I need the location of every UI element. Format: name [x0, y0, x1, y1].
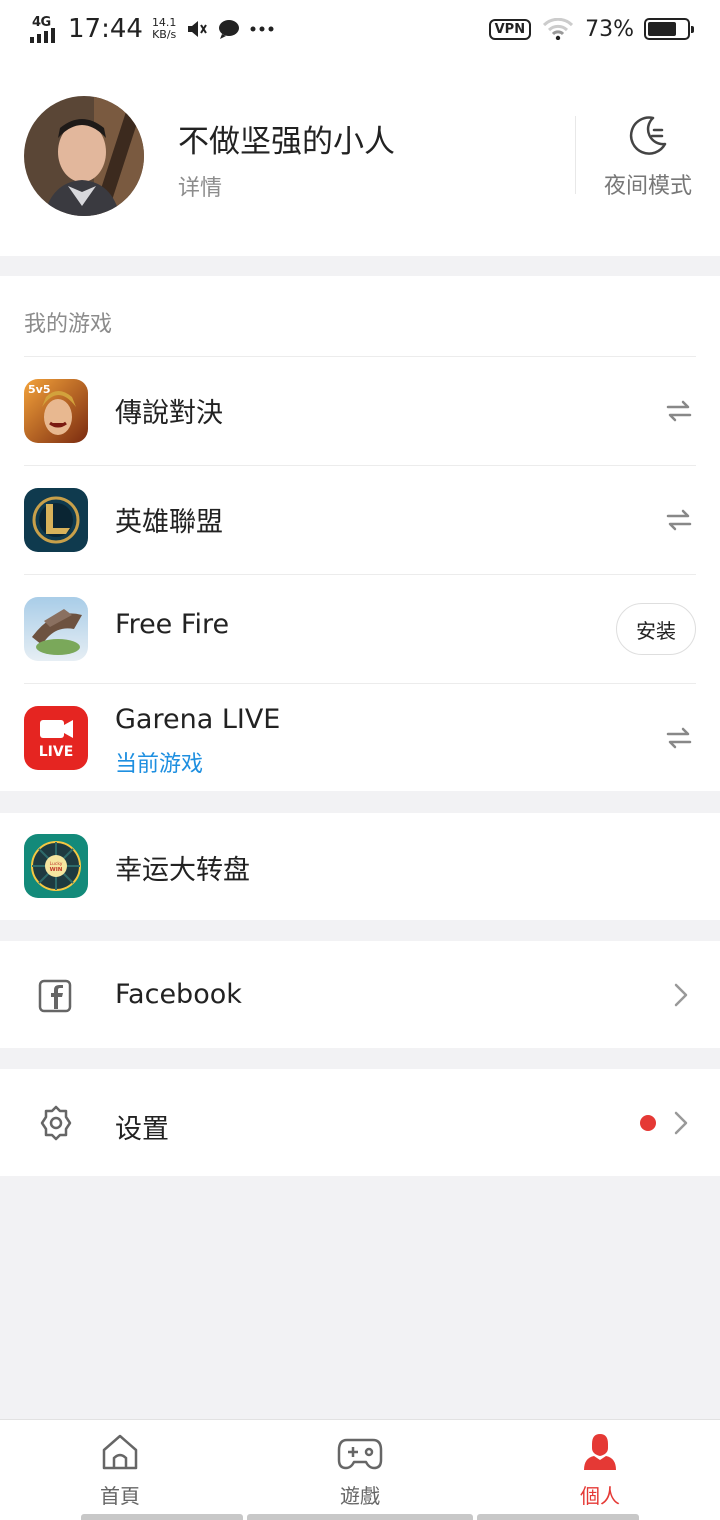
lucky-wheel-row[interactable]: Lucky WIN 幸运大转盘: [0, 813, 720, 920]
battery-icon: [644, 18, 694, 40]
mute-icon: [186, 18, 208, 40]
svg-text:WIN: WIN: [50, 867, 63, 873]
settings-label: 设置: [115, 1114, 169, 1145]
lol-game-icon: [24, 488, 88, 552]
game-row[interactable]: 英雄聯盟: [24, 465, 696, 574]
install-button[interactable]: 安装: [616, 603, 696, 655]
network-speed: 14.1 KB/s: [151, 16, 177, 41]
night-mode-label: 夜间模式: [603, 174, 692, 199]
tab-profile[interactable]: 個人: [520, 1432, 680, 1509]
facebook-icon: [38, 979, 72, 1017]
game-name: 英雄聯盟: [115, 507, 223, 538]
gamepad-icon: [337, 1438, 383, 1470]
settings-row[interactable]: 设置: [0, 1069, 720, 1176]
free-fire-game-icon: [24, 597, 88, 661]
person-icon: [584, 1434, 616, 1470]
lucky-wheel-label: 幸运大转盘: [115, 855, 250, 886]
system-nav-bar: [477, 1514, 639, 1520]
notification-dot: [640, 1115, 656, 1131]
battery-percent: 73%: [585, 16, 634, 42]
switch-icon[interactable]: [666, 726, 692, 754]
system-nav-bar: [247, 1514, 473, 1520]
username: 不做坚强的小人: [178, 124, 395, 160]
night-mode-button[interactable]: 夜间模式: [590, 114, 706, 200]
home-icon: [102, 1434, 138, 1470]
tab-label: 個人: [580, 1484, 620, 1508]
facebook-label: Facebook: [115, 979, 242, 1010]
chevron-right-icon: [674, 983, 688, 1011]
game-name: 傳說對決: [115, 398, 223, 429]
more-dots-icon: [250, 25, 274, 33]
aov-game-icon: 5v5: [24, 379, 88, 443]
bottom-navigation: 首頁 遊戲 個人: [0, 1419, 720, 1520]
switch-icon[interactable]: [666, 399, 692, 427]
gear-icon: [38, 1105, 74, 1145]
signal-icon: 4G: [30, 15, 60, 43]
tab-games[interactable]: 遊戲: [280, 1432, 440, 1509]
game-row[interactable]: LIVE Garena LIVE 当前游戏: [24, 683, 696, 792]
vpn-badge: VPN: [488, 18, 532, 40]
switch-icon[interactable]: [666, 508, 692, 536]
avatar[interactable]: [24, 96, 144, 216]
profile-header: 不做坚强的小人 详情 夜间模式: [0, 58, 720, 256]
lucky-wheel-icon: Lucky WIN: [24, 834, 88, 898]
moon-icon: [629, 116, 667, 155]
chat-bubble-icon: [218, 18, 240, 40]
status-time: 17:44: [68, 14, 143, 44]
svg-text:LIVE: LIVE: [39, 744, 74, 760]
my-games-section: 我的游戏 5v5 傳說對決 英雄聯盟 Free Fire 安装 LIVE Gar…: [0, 276, 720, 791]
divider: [575, 116, 576, 194]
tab-home[interactable]: 首頁: [40, 1432, 200, 1509]
facebook-row[interactable]: Facebook: [0, 941, 720, 1048]
details-link[interactable]: 详情: [178, 170, 222, 202]
section-title: 我的游戏: [24, 312, 113, 337]
chevron-right-icon: [674, 1111, 688, 1139]
system-nav-bar: [81, 1514, 243, 1520]
lucky-wheel-item[interactable]: Lucky WIN 幸运大转盘: [24, 813, 696, 920]
game-name: Garena LIVE: [115, 704, 281, 735]
game-row[interactable]: Free Fire 安装: [24, 574, 696, 683]
tab-label: 首頁: [100, 1484, 140, 1508]
wifi-icon: [543, 18, 574, 40]
svg-text:5v5: 5v5: [28, 383, 50, 396]
garena-live-icon: LIVE: [24, 706, 88, 770]
current-game-label: 当前游戏: [115, 752, 204, 777]
game-name: Free Fire: [115, 609, 230, 640]
tab-label: 遊戲: [340, 1484, 380, 1508]
game-row[interactable]: 5v5 傳說對決: [24, 356, 696, 465]
status-bar: 4G 17:44 14.1 KB/s VPN 73%: [0, 0, 720, 58]
